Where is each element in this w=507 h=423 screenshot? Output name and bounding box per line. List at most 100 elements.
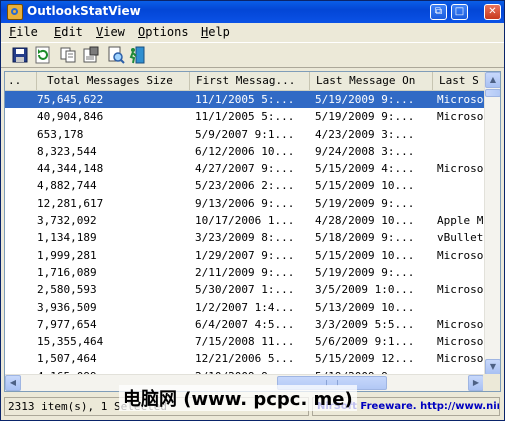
restore-button[interactable]: ⧉ xyxy=(430,4,447,20)
menu-view[interactable]: View xyxy=(96,25,125,39)
first-message-cell: 10/17/2006 1... xyxy=(195,214,295,228)
window-title: OutlookStatView xyxy=(27,4,141,18)
menu-file-label: ile xyxy=(16,25,38,39)
last-sender-cell xyxy=(437,195,485,212)
last-message-cell: 9/24/2008 3:... xyxy=(315,144,415,158)
total-size-cell: 8,323,544 xyxy=(37,144,97,158)
app-icon xyxy=(7,4,23,20)
first-message-cell: 1/29/2007 9:... xyxy=(195,248,295,262)
last-message-cell: 5/13/2009 10... xyxy=(315,300,415,314)
first-message-cell: 5/30/2007 1:... xyxy=(195,283,295,297)
menu-help[interactable]: Help xyxy=(201,25,230,39)
menu-edit-label: dit xyxy=(61,25,83,39)
scroll-corner xyxy=(483,374,500,391)
first-message-cell: 2/11/2009 9:... xyxy=(195,265,295,279)
first-message-cell: 11/1/2005 5:... xyxy=(195,110,295,124)
total-size-cell: 7,977,654 xyxy=(37,317,97,331)
column-header-first-message[interactable]: First Messag... xyxy=(190,72,310,90)
first-message-cell: 3/23/2009 8:... xyxy=(195,231,295,245)
first-message-cell: 7/15/2008 11... xyxy=(195,335,295,349)
last-sender-cell: Apple M xyxy=(437,214,484,228)
vertical-scrollbar[interactable]: ▲ ▼ xyxy=(484,72,500,375)
first-message-cell: 5/9/2007 9:1... xyxy=(195,127,295,141)
table-row[interactable]: 7,977,654 6/4/2007 4:5... 3/3/2009 5:5... M… xyxy=(5,316,485,333)
last-message-cell: 4/23/2009 3:... xyxy=(315,127,415,141)
menu-edit[interactable]: Edit xyxy=(54,25,83,39)
column-header-index[interactable]: .. xyxy=(5,72,37,90)
scroll-up-button[interactable]: ▲ xyxy=(485,72,500,88)
column-header-total-size[interactable]: Total Messages Size xyxy=(37,72,190,90)
app-window: OutlookStatView ⧉ □ ✕ File Edit View Opt… xyxy=(0,0,505,421)
vertical-scroll-thumb[interactable] xyxy=(485,89,500,97)
toolbar xyxy=(1,42,504,68)
last-message-cell: 5/19/2009 9:... xyxy=(315,93,415,106)
last-sender-cell: Microso xyxy=(437,283,484,297)
maximize-button[interactable]: □ xyxy=(451,4,468,20)
first-message-cell: 11/1/2005 5:... xyxy=(195,93,295,106)
last-sender-cell: Microso xyxy=(437,352,484,366)
table-row[interactable]: 75,645,622 11/1/2005 5:... 5/19/2009 9:...… xyxy=(5,91,485,109)
table-row[interactable]: 4,882,744 5/23/2006 2:... 5/15/2009 10... xyxy=(5,177,485,194)
last-message-cell: 5/15/2009 10... xyxy=(315,179,415,193)
last-sender-cell: Microso xyxy=(437,93,484,106)
total-size-cell: 1,716,089 xyxy=(37,265,97,279)
table-row[interactable]: 1,716,089 2/11/2009 9:... 5/19/2009 9:... xyxy=(5,264,485,281)
first-message-cell: 4/27/2007 9:... xyxy=(195,162,295,176)
scroll-right-button[interactable]: ▶ xyxy=(468,375,484,391)
total-size-cell: 653,178 xyxy=(37,127,84,141)
total-size-cell: 1,507,464 xyxy=(37,352,97,366)
last-sender-cell: Microso xyxy=(437,335,484,349)
table-row[interactable]: 3,936,509 1/2/2007 1:4... 5/13/2009 10... xyxy=(5,299,485,316)
total-size-cell: 75,645,622 xyxy=(37,93,104,106)
messages-list[interactable]: .. Total Messages Size First Messag... L… xyxy=(4,71,501,392)
table-row[interactable]: 1,999,281 1/29/2007 9:... 5/15/2009 10... M… xyxy=(5,247,485,264)
last-sender-cell xyxy=(437,143,485,160)
save-icon[interactable] xyxy=(11,46,29,64)
table-row[interactable]: 1,134,189 3/23/2009 8:... 5/18/2009 9:... v… xyxy=(5,229,485,246)
last-message-cell: 5/15/2009 10... xyxy=(315,248,415,262)
close-button[interactable]: ✕ xyxy=(484,4,501,20)
table-row[interactable]: 653,178 5/9/2007 9:1... 4/23/2009 3:... xyxy=(5,126,485,143)
total-size-cell: 15,355,464 xyxy=(37,335,104,349)
watermark: 电脑网 (www. pcpc. me) xyxy=(119,385,357,411)
table-row[interactable]: 8,323,544 6/12/2006 10... 9/24/2008 3:... xyxy=(5,143,485,160)
last-message-cell: 5/19/2009 9:... xyxy=(315,110,415,124)
copy-icon[interactable] xyxy=(59,46,77,64)
properties-icon[interactable] xyxy=(82,46,100,64)
scroll-left-button[interactable]: ◀ xyxy=(5,375,21,391)
table-row[interactable]: 2,580,593 5/30/2007 1:... 3/5/2009 1:0... M… xyxy=(5,281,485,298)
exit-icon[interactable] xyxy=(128,46,146,64)
column-header-last-message[interactable]: Last Message On xyxy=(310,72,433,90)
title-bar[interactable]: OutlookStatView ⧉ □ ✕ xyxy=(1,1,504,23)
column-header-last-sender[interactable]: Last S xyxy=(433,72,485,90)
first-message-cell: 9/13/2006 9:... xyxy=(195,196,295,210)
menu-options[interactable]: Options xyxy=(138,25,189,39)
last-sender-cell: vBullet xyxy=(437,231,484,245)
table-row[interactable]: 44,344,148 4/27/2007 9:... 5/15/2009 4:...… xyxy=(5,160,485,177)
table-row[interactable]: 12,281,617 9/13/2006 9:... 5/19/2009 9:... xyxy=(5,195,485,212)
scroll-down-button[interactable]: ▼ xyxy=(485,359,500,375)
last-sender-cell xyxy=(437,126,485,143)
table-row[interactable]: 15,355,464 7/15/2008 11... 5/6/2009 9:1...… xyxy=(5,333,485,350)
total-size-cell: 1,134,189 xyxy=(37,231,97,245)
last-message-cell: 5/19/2009 9:... xyxy=(315,265,415,279)
total-size-cell: 3,936,509 xyxy=(37,300,97,314)
last-message-cell: 5/18/2009 9:... xyxy=(315,231,415,245)
find-icon[interactable] xyxy=(107,46,125,64)
menu-file[interactable]: File xyxy=(9,25,38,39)
table-row[interactable]: 3,732,092 10/17/2006 1... 4/28/2009 10... A… xyxy=(5,212,485,229)
list-header: .. Total Messages Size First Messag... L… xyxy=(5,72,485,91)
menu-bar: File Edit View Options Help xyxy=(1,23,504,41)
table-row[interactable]: 40,904,846 11/1/2005 5:... 5/19/2009 9:...… xyxy=(5,108,485,125)
last-message-cell: 5/15/2009 4:... xyxy=(315,162,415,176)
total-size-cell: 44,344,148 xyxy=(37,162,104,176)
menu-help-label: elp xyxy=(208,25,230,39)
last-sender-cell: Microso xyxy=(437,110,484,124)
total-size-cell: 12,281,617 xyxy=(37,196,104,210)
last-message-cell: 5/15/2009 12... xyxy=(315,352,415,366)
first-message-cell: 5/23/2006 2:... xyxy=(195,179,295,193)
refresh-icon[interactable] xyxy=(34,46,52,64)
last-message-cell: 4/28/2009 10... xyxy=(315,214,415,228)
table-row[interactable]: 1,507,464 12/21/2006 5... 5/15/2009 12... M… xyxy=(5,350,485,367)
last-message-cell: 5/6/2009 9:1... xyxy=(315,335,415,349)
